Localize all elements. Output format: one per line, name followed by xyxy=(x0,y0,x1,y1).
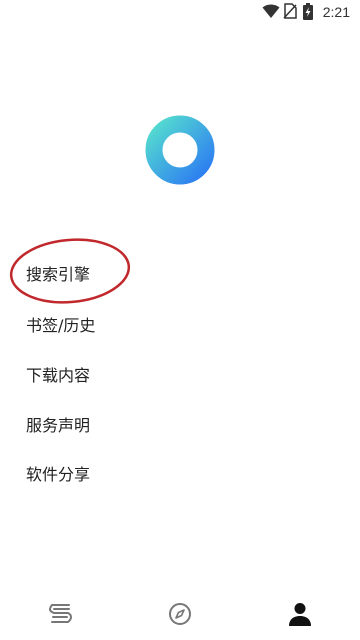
nav-profile-button[interactable] xyxy=(286,600,314,628)
compass-icon xyxy=(166,600,194,628)
nav-discover-button[interactable] xyxy=(166,600,194,628)
battery-charging-icon xyxy=(303,3,313,24)
status-bar: 2:21 xyxy=(0,0,360,24)
menu-item-service-statement[interactable]: 服务声明 xyxy=(26,416,90,436)
person-icon xyxy=(286,600,314,628)
menu-item-bookmarks-history[interactable]: 书签/历史 xyxy=(26,316,95,336)
menu-item-share-app[interactable]: 软件分享 xyxy=(26,465,90,485)
tabs-icon xyxy=(47,600,75,628)
wifi-icon xyxy=(262,3,280,23)
status-time: 2:21 xyxy=(322,4,350,20)
app-logo-icon xyxy=(145,115,215,185)
bottom-nav xyxy=(0,590,360,640)
nav-tabs-button[interactable] xyxy=(47,600,75,628)
no-sim-icon xyxy=(283,3,297,23)
menu-item-downloads[interactable]: 下载内容 xyxy=(26,366,90,386)
menu-item-search-engine[interactable]: 搜索引擎 xyxy=(26,265,90,285)
